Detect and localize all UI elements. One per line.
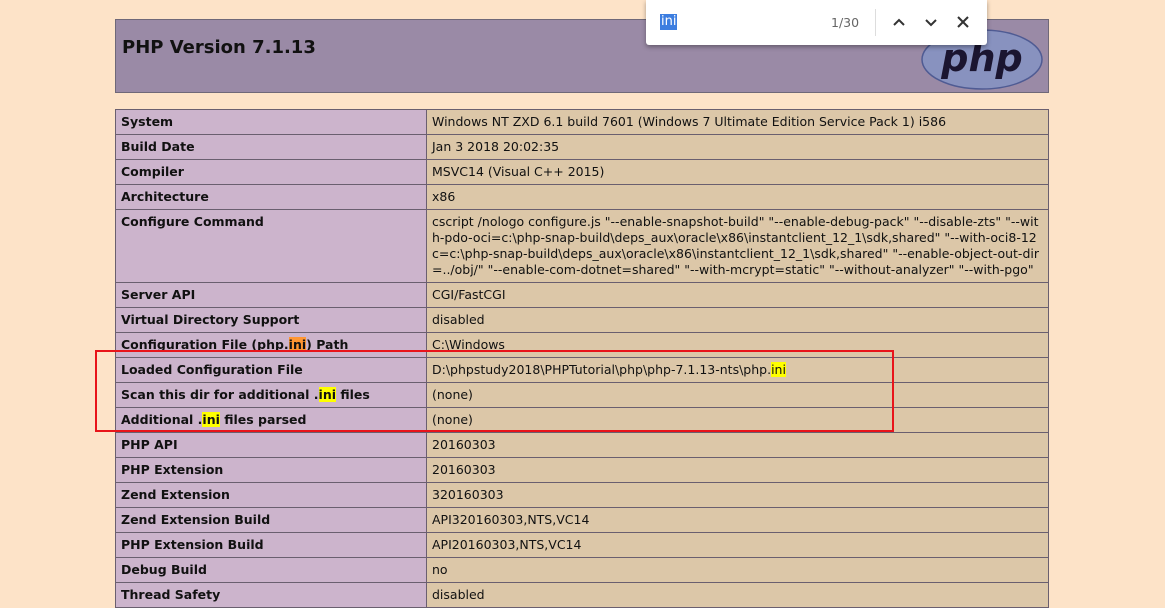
row-value: cscript /nologo configure.js "--enable-s… <box>426 209 1049 283</box>
row-key: Zend Extension Build <box>115 507 427 533</box>
row-key: Configure Command <box>115 209 427 283</box>
table-row: Server API CGI/FastCGI <box>115 282 1049 308</box>
row-key: PHP Extension Build <box>115 532 427 558</box>
table-row: Debug Build no <box>115 557 1049 583</box>
row-key: PHP API <box>115 432 427 458</box>
previous-match-icon[interactable] <box>889 12 909 32</box>
row-value: Jan 3 2018 20:02:35 <box>426 134 1049 160</box>
row-key: Debug Build <box>115 557 427 583</box>
table-row: PHP Extension 20160303 <box>115 457 1049 483</box>
row-value: MSVC14 (Visual C++ 2015) <box>426 159 1049 185</box>
row-value: API320160303,NTS,VC14 <box>426 507 1049 533</box>
table-row: Zend Extension 320160303 <box>115 482 1049 508</box>
next-match-icon[interactable] <box>921 12 941 32</box>
row-value: no <box>426 557 1049 583</box>
table-row: Compiler MSVC14 (Visual C++ 2015) <box>115 159 1049 185</box>
row-key: Build Date <box>115 134 427 160</box>
find-input[interactable]: ini <box>660 14 678 30</box>
row-key: Zend Extension <box>115 482 427 508</box>
row-key: Thread Safety <box>115 582 427 608</box>
annotation-red-box <box>95 350 894 432</box>
table-row: Architecture x86 <box>115 184 1049 210</box>
table-row: Build Date Jan 3 2018 20:02:35 <box>115 134 1049 160</box>
find-divider <box>875 9 876 36</box>
row-value: API20160303,NTS,VC14 <box>426 532 1049 558</box>
row-key: Server API <box>115 282 427 308</box>
row-key: PHP Extension <box>115 457 427 483</box>
row-key: Virtual Directory Support <box>115 307 427 333</box>
find-match-count: 1/30 <box>831 15 860 30</box>
table-row: PHP API 20160303 <box>115 432 1049 458</box>
table-row: Virtual Directory Support disabled <box>115 307 1049 333</box>
table-row: System Windows NT ZXD 6.1 build 7601 (Win… <box>115 109 1049 135</box>
row-key: Compiler <box>115 159 427 185</box>
row-key: Architecture <box>115 184 427 210</box>
page-title: PHP Version 7.1.13 <box>122 37 316 58</box>
row-value: disabled <box>426 307 1049 333</box>
row-value: x86 <box>426 184 1049 210</box>
row-value: 320160303 <box>426 482 1049 508</box>
find-bar: ini 1/30 <box>646 0 987 45</box>
table-row: Thread Safety disabled <box>115 582 1049 608</box>
row-value: CGI/FastCGI <box>426 282 1049 308</box>
row-value: 20160303 <box>426 457 1049 483</box>
row-value: disabled <box>426 582 1049 608</box>
row-value: Windows NT ZXD 6.1 build 7601 (Windows 7… <box>426 109 1049 135</box>
table-row: Zend Extension Build API320160303,NTS,VC1… <box>115 507 1049 533</box>
row-key: System <box>115 109 427 135</box>
table-row: PHP Extension Build API20160303,NTS,VC14 <box>115 532 1049 558</box>
close-icon[interactable] <box>953 12 973 32</box>
table-row: Configure Command cscript /nologo configu… <box>115 209 1049 283</box>
row-value: 20160303 <box>426 432 1049 458</box>
